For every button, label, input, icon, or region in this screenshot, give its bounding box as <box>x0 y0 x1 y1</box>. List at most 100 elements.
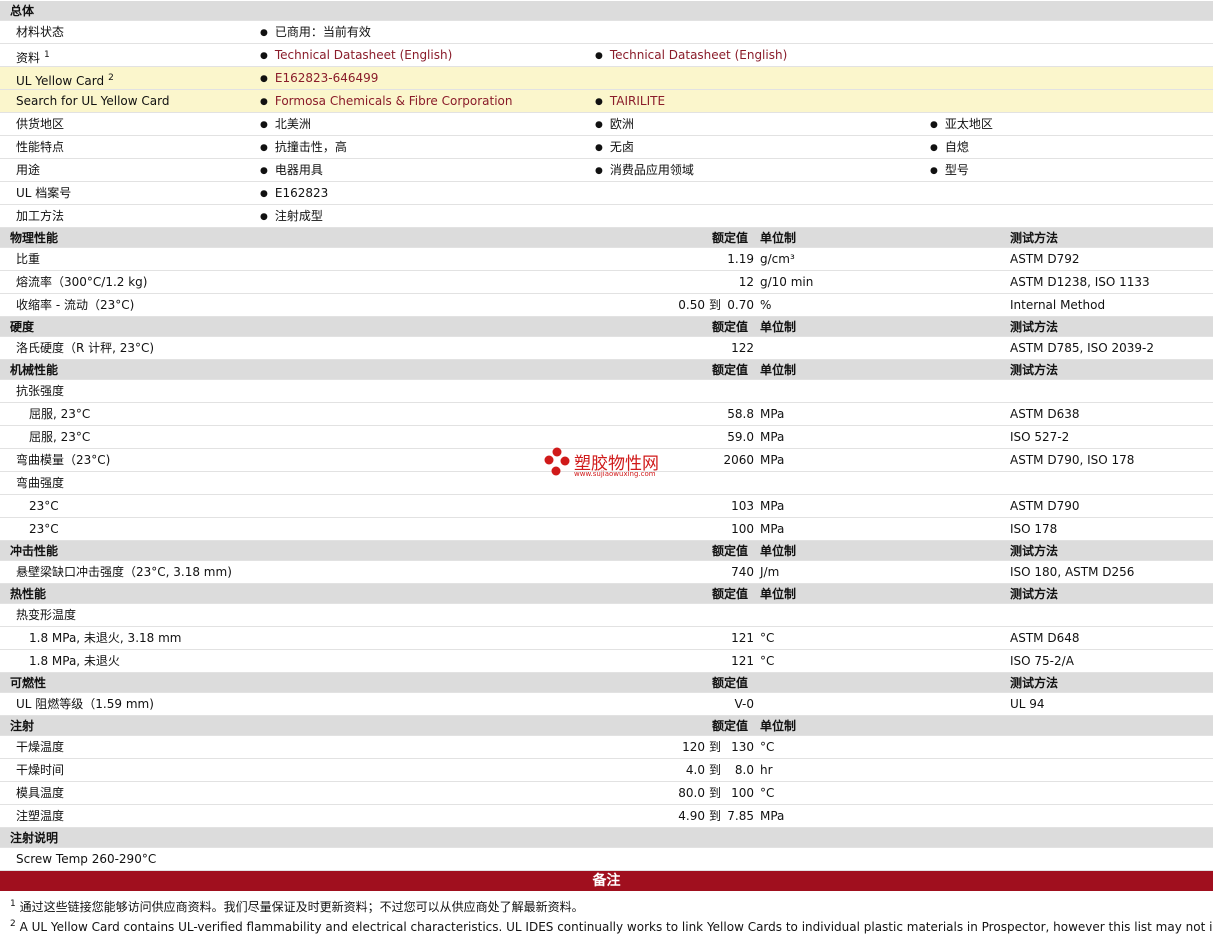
property-value: 12 <box>738 275 754 289</box>
general-row-label: 加工方法 <box>16 205 64 228</box>
property-row: 23°C 103 MPa ASTM D790 <box>0 495 1213 518</box>
general-value: 北美洲 <box>260 113 311 137</box>
column-method: 测试方法 <box>1010 676 1059 690</box>
property-value: 122 <box>731 341 754 355</box>
test-method: Internal Method <box>1010 298 1106 312</box>
test-method: ISO 180, ASTM D256 <box>1010 565 1135 579</box>
general-row: UL 档案号 E162823 <box>0 182 1213 205</box>
general-value: 消费品应用领域 <box>595 159 694 183</box>
property-row: 悬壁梁缺口冲击强度（23°C, 3.18 mm) 740 J/m ISO 180, A… <box>0 561 1213 584</box>
test-method: UL 94 <box>1010 697 1045 711</box>
section-title: 冲击性能 <box>10 544 59 558</box>
general-value: 抗撞击性，高 <box>260 136 347 160</box>
section-title: 热性能 <box>10 587 47 601</box>
column-nominal: 额定值 <box>712 320 749 334</box>
property-label: Screw Temp 260-290°C <box>16 852 157 866</box>
column-method: 测试方法 <box>1010 587 1059 601</box>
test-method: ISO 178 <box>1010 522 1058 536</box>
property-row: 干燥温度 120 到 130 °C <box>0 736 1213 759</box>
property-unit: MPa <box>760 499 785 513</box>
property-value: 1.19 <box>727 252 754 266</box>
datasheet-link[interactable]: Formosa Chemicals & Fibre Corporation <box>260 90 513 114</box>
property-label: 热变形温度 <box>16 608 77 622</box>
column-method: 测试方法 <box>1010 231 1059 245</box>
property-label: 抗张强度 <box>16 384 65 398</box>
property-row: 1.8 MPa, 未退火 121 °C ISO 75-2/A <box>0 650 1213 673</box>
property-row: UL 阻燃等级（1.59 mm) V-0 UL 94 <box>0 693 1213 716</box>
property-row: 1.8 MPa, 未退火, 3.18 mm 121 °C ASTM D648 <box>0 627 1213 650</box>
general-value: 亚太地区 <box>930 113 993 137</box>
property-unit: g/10 min <box>760 275 814 289</box>
property-unit: °C <box>760 740 775 754</box>
column-nominal: 额定值 <box>712 676 749 690</box>
range-to: 到 <box>709 786 722 800</box>
general-value: 型号 <box>930 159 969 183</box>
property-label: 干燥时间 <box>16 763 65 777</box>
property-row: 干燥时间 4.0 到 8.0 hr <box>0 759 1213 782</box>
column-nominal: 额定值 <box>712 544 749 558</box>
property-label: UL 阻燃等级（1.59 mm) <box>16 697 154 711</box>
general-value: 注射成型 <box>260 205 323 229</box>
property-row: 注塑温度 4.90 到 7.85 MPa <box>0 805 1213 828</box>
general-row: 材料状态 已商用：当前有效 <box>0 21 1213 44</box>
property-unit: °C <box>760 631 775 645</box>
section-header-thermal: 热性能 额定值 单位制 测试方法 <box>0 584 1213 604</box>
property-value-from: 120 <box>682 740 705 754</box>
general-row-label: 材料状态 <box>16 21 64 44</box>
label-text: Search for UL Yellow Card <box>16 94 170 108</box>
column-unit: 单位制 <box>760 363 797 377</box>
general-row-label: Search for UL Yellow Card <box>16 90 169 113</box>
general-row-label: UL 档案号 <box>16 182 71 205</box>
property-value: 100 <box>731 522 754 536</box>
general-value: 电器用具 <box>260 159 323 183</box>
watermark: 塑胶物性网 www.sujiaowuxing.com <box>544 446 659 481</box>
general-row: 性能特点 抗撞击性，高 无卤 自熄 <box>0 136 1213 159</box>
section-title: 总体 <box>10 4 35 18</box>
property-label: 屈服, 23°C <box>29 407 91 421</box>
range-to: 到 <box>709 740 722 754</box>
column-nominal: 额定值 <box>712 719 749 733</box>
general-row: UL Yellow Card2 E162823-646499 <box>0 67 1213 90</box>
section-title: 硬度 <box>10 320 35 334</box>
test-method: ISO 527-2 <box>1010 430 1070 444</box>
column-unit: 单位制 <box>760 231 797 245</box>
property-value-from: 4.0 <box>685 763 705 777</box>
section-header-impact: 冲击性能 额定值 单位制 测试方法 <box>0 541 1213 561</box>
property-row: 收缩率 - 流动（23°C) 0.50 到 0.70% Internal Method <box>0 294 1213 317</box>
property-unit: g/cm³ <box>760 252 795 266</box>
property-value: 103 <box>731 499 754 513</box>
property-unit: hr <box>760 763 773 777</box>
watermark-logo-icon <box>544 447 570 476</box>
section-header-injection: 注射 额定值 单位制 <box>0 716 1213 736</box>
property-row: 屈服, 23°C 58.8 MPa ASTM D638 <box>0 403 1213 426</box>
section-header-injection-notes: 注射说明 <box>0 828 1213 848</box>
property-label: 熔流率（300°C/1.2 kg) <box>16 275 148 289</box>
property-value: 121 <box>731 654 754 668</box>
test-method: ASTM D638 <box>1010 407 1080 421</box>
section-header-mechanical: 机械性能 额定值 单位制 测试方法 <box>0 360 1213 380</box>
section-header-hardness: 硬度 额定值 单位制 测试方法 <box>0 317 1213 337</box>
datasheet-link[interactable]: E162823-646499 <box>260 67 379 91</box>
section-title: 注射说明 <box>10 831 59 845</box>
property-value-from: 4.90 <box>678 809 705 823</box>
column-unit: 单位制 <box>760 587 797 601</box>
property-value-from: 0.50 <box>678 298 705 312</box>
property-label: 模具温度 <box>16 786 65 800</box>
datasheet-link[interactable]: Technical Datasheet (English) <box>595 44 787 68</box>
test-method: ISO 75-2/A <box>1010 654 1074 668</box>
general-value: 欧洲 <box>595 113 634 137</box>
datasheet-link[interactable]: Technical Datasheet (English) <box>260 44 452 68</box>
range-to: 到 <box>709 763 722 777</box>
test-method: ASTM D792 <box>1010 252 1080 266</box>
property-unit: °C <box>760 786 775 800</box>
section-title: 机械性能 <box>10 363 59 377</box>
property-row: 23°C 100 MPa ISO 178 <box>0 518 1213 541</box>
column-unit: 单位制 <box>760 320 797 334</box>
general-value: 无卤 <box>595 136 634 160</box>
property-value: 740 <box>731 565 754 579</box>
property-label: 1.8 MPa, 未退火 <box>29 654 120 668</box>
datasheet-link[interactable]: TAIRILITE <box>595 90 665 114</box>
property-value-from: 80.0 <box>678 786 705 800</box>
property-value: 2060 <box>723 453 754 467</box>
property-unit: MPa <box>760 809 785 823</box>
